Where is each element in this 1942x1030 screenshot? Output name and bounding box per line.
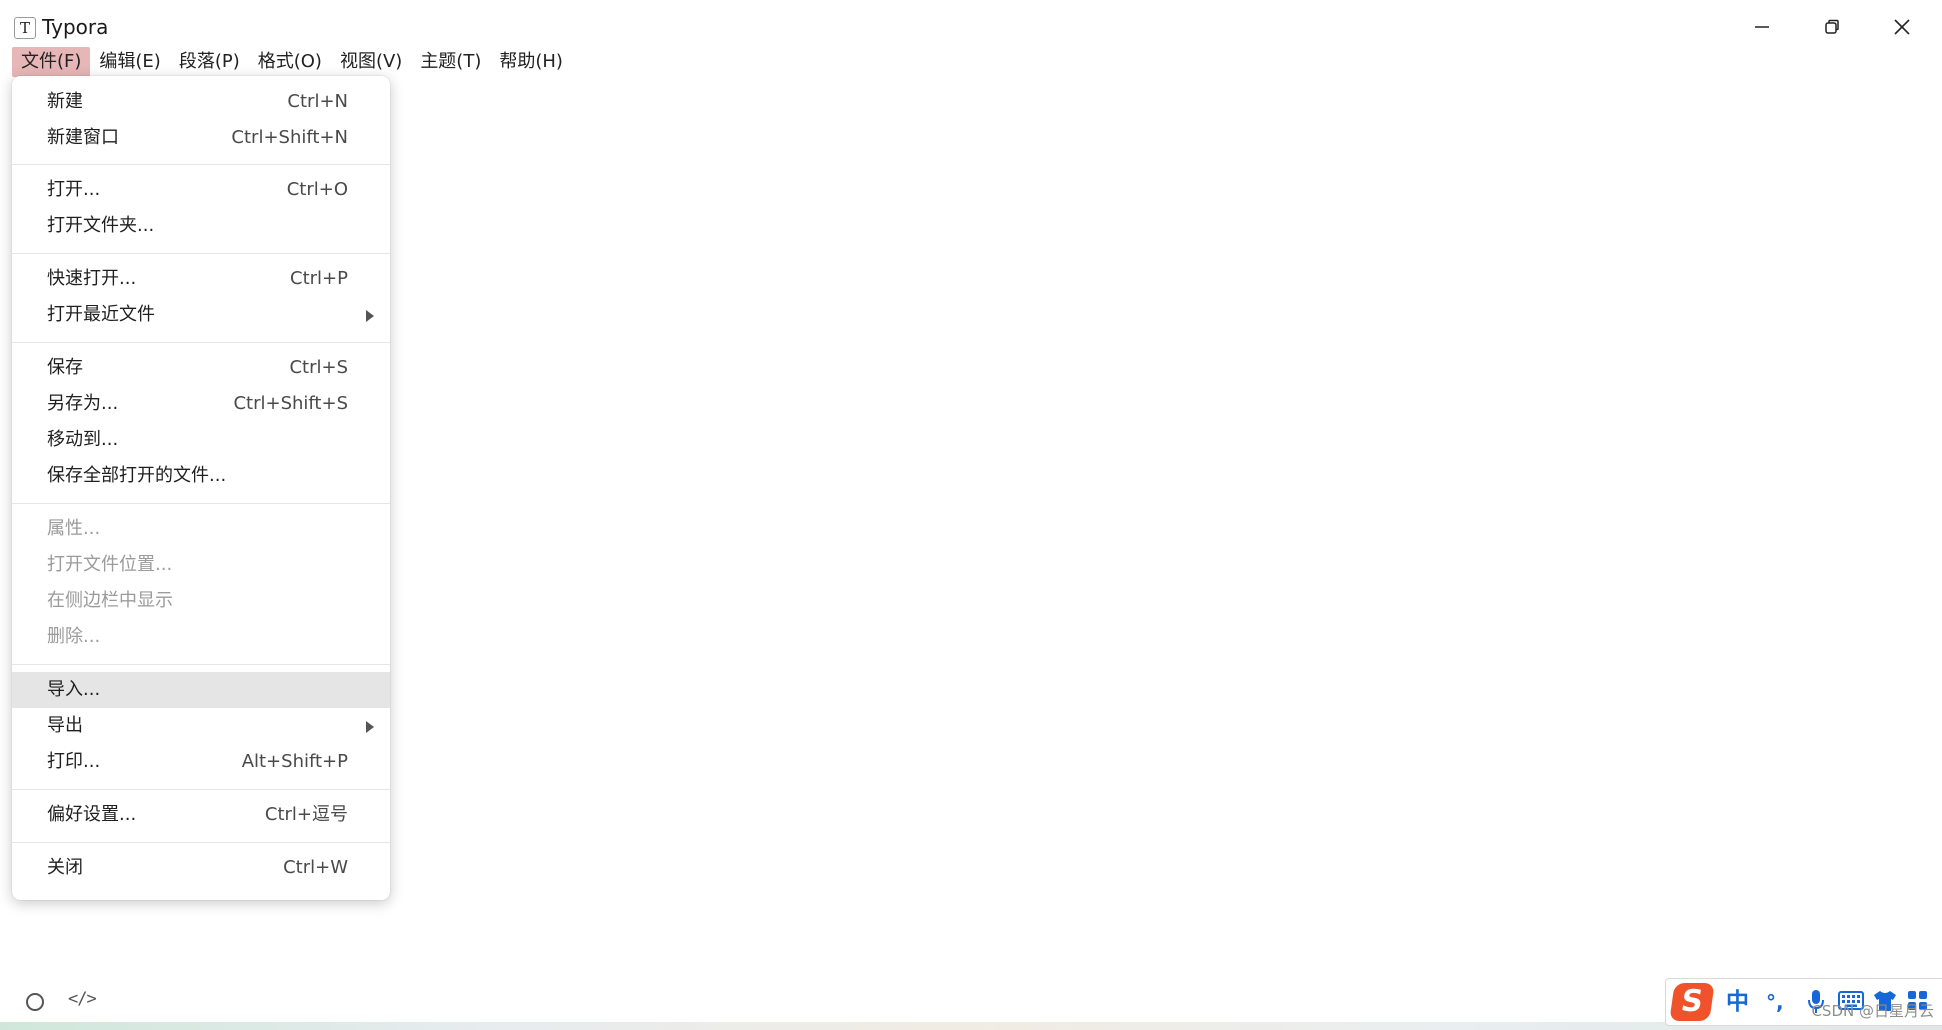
menu-item-delete: 删除... <box>12 619 390 655</box>
menu-item-print[interactable]: 打印... Alt+Shift+P <box>12 744 390 780</box>
menu-separator <box>12 503 390 504</box>
menu-item-save-all[interactable]: 保存全部打开的文件... <box>12 458 390 494</box>
menu-item-shortcut: Ctrl+Shift+S <box>233 393 348 414</box>
csdn-watermark: CSDN @日星月云 <box>1811 1002 1934 1020</box>
source-code-mode-icon[interactable]: </> <box>68 989 97 1009</box>
menu-item-shortcut: Ctrl+S <box>289 357 348 378</box>
menu-item-shortcut: Ctrl+Shift+N <box>231 127 348 148</box>
submenu-arrow-icon <box>366 310 374 322</box>
menu-item-label: 新建 <box>47 91 83 112</box>
typora-app-icon: T <box>14 17 36 39</box>
menu-item-label: 打开... <box>47 179 101 200</box>
window-title: Typora <box>42 15 109 39</box>
menu-separator <box>12 664 390 665</box>
title-bar: T Typora <box>0 0 1942 54</box>
menu-item-shortcut: Ctrl+N <box>287 91 348 112</box>
restore-icon <box>1825 19 1839 34</box>
menu-item-label: 导出 <box>47 715 83 736</box>
menu-item-open-location: 打开文件位置... <box>12 547 390 583</box>
menu-item-shortcut: Alt+Shift+P <box>241 751 348 772</box>
menu-format[interactable]: 格式(O) <box>249 47 331 77</box>
menu-item-label: 另存为... <box>47 393 119 414</box>
menu-item-label: 打印... <box>47 751 101 772</box>
menu-item-quick-open[interactable]: 快速打开... Ctrl+P <box>12 261 390 297</box>
outline-toggle-icon[interactable] <box>26 993 44 1011</box>
menu-separator <box>12 342 390 343</box>
menu-item-new-window[interactable]: 新建窗口 Ctrl+Shift+N <box>12 120 390 156</box>
menu-item-open-folder[interactable]: 打开文件夹... <box>12 208 390 244</box>
menu-item-label: 保存 <box>47 357 83 378</box>
menu-item-label: 打开文件夹... <box>47 215 155 236</box>
menu-view[interactable]: 视图(V) <box>331 47 411 77</box>
menu-item-label: 保存全部打开的文件... <box>47 465 227 486</box>
menu-paragraph[interactable]: 段落(P) <box>170 47 249 77</box>
menu-item-close[interactable]: 关闭 Ctrl+W <box>12 850 390 886</box>
menu-item-open-recent[interactable]: 打开最近文件 <box>12 297 390 333</box>
taskbar-edge <box>0 1022 1942 1030</box>
menu-bar: 文件(F) 编辑(E) 段落(P) 格式(O) 视图(V) 主题(T) 帮助(H… <box>12 47 572 77</box>
menu-item-shortcut: Ctrl+逗号 <box>264 804 348 825</box>
menu-separator <box>12 842 390 843</box>
file-dropdown-menu: 新建 Ctrl+N 新建窗口 Ctrl+Shift+N 打开... Ctrl+O… <box>12 76 390 900</box>
menu-item-label: 属性... <box>47 518 101 539</box>
menu-item-export[interactable]: 导出 <box>12 708 390 744</box>
menu-item-shortcut: Ctrl+O <box>286 179 348 200</box>
sogou-logo-icon[interactable]: S <box>1669 983 1715 1021</box>
menu-item-label: 打开文件位置... <box>47 554 173 575</box>
menu-separator <box>12 789 390 790</box>
menu-item-import[interactable]: 导入... <box>12 672 390 708</box>
menu-separator <box>12 253 390 254</box>
menu-item-save[interactable]: 保存 Ctrl+S <box>12 350 390 386</box>
menu-item-move-to[interactable]: 移动到... <box>12 422 390 458</box>
menu-item-save-as[interactable]: 另存为... Ctrl+Shift+S <box>12 386 390 422</box>
menu-item-preferences[interactable]: 偏好设置... Ctrl+逗号 <box>12 797 390 833</box>
menu-edit[interactable]: 编辑(E) <box>90 47 169 77</box>
menu-item-label: 新建窗口 <box>47 127 119 148</box>
menu-item-label: 导入... <box>47 679 101 700</box>
menu-item-label: 关闭 <box>47 857 83 878</box>
menu-item-shortcut: Ctrl+W <box>283 857 348 878</box>
minimize-button[interactable] <box>1732 8 1792 46</box>
menu-help[interactable]: 帮助(H) <box>490 47 572 77</box>
menu-file[interactable]: 文件(F) <box>12 47 91 77</box>
menu-item-label: 删除... <box>47 626 101 647</box>
menu-item-label: 偏好设置... <box>47 804 137 825</box>
minimize-icon <box>1755 26 1769 28</box>
menu-item-properties: 属性... <box>12 511 390 547</box>
menu-item-label: 在侧边栏中显示 <box>47 590 173 611</box>
menu-item-open[interactable]: 打开... Ctrl+O <box>12 172 390 208</box>
close-window-button[interactable] <box>1872 8 1932 46</box>
submenu-arrow-icon <box>366 721 374 733</box>
menu-item-shortcut: Ctrl+P <box>290 268 348 289</box>
menu-theme[interactable]: 主题(T) <box>411 47 490 77</box>
status-bar: </> <box>0 980 1942 1020</box>
menu-item-reveal-sidebar: 在侧边栏中显示 <box>12 583 390 619</box>
ime-punctuation[interactable]: °, <box>1766 985 1784 1019</box>
menu-item-label: 打开最近文件 <box>47 304 155 325</box>
menu-item-label: 快速打开... <box>47 268 137 289</box>
menu-item-new[interactable]: 新建 Ctrl+N <box>12 84 390 120</box>
ime-mode-chinese[interactable]: 中 <box>1726 985 1749 1019</box>
close-icon <box>1894 19 1910 35</box>
menu-separator <box>12 164 390 165</box>
menu-item-label: 移动到... <box>47 429 119 450</box>
restore-button[interactable] <box>1802 8 1862 46</box>
